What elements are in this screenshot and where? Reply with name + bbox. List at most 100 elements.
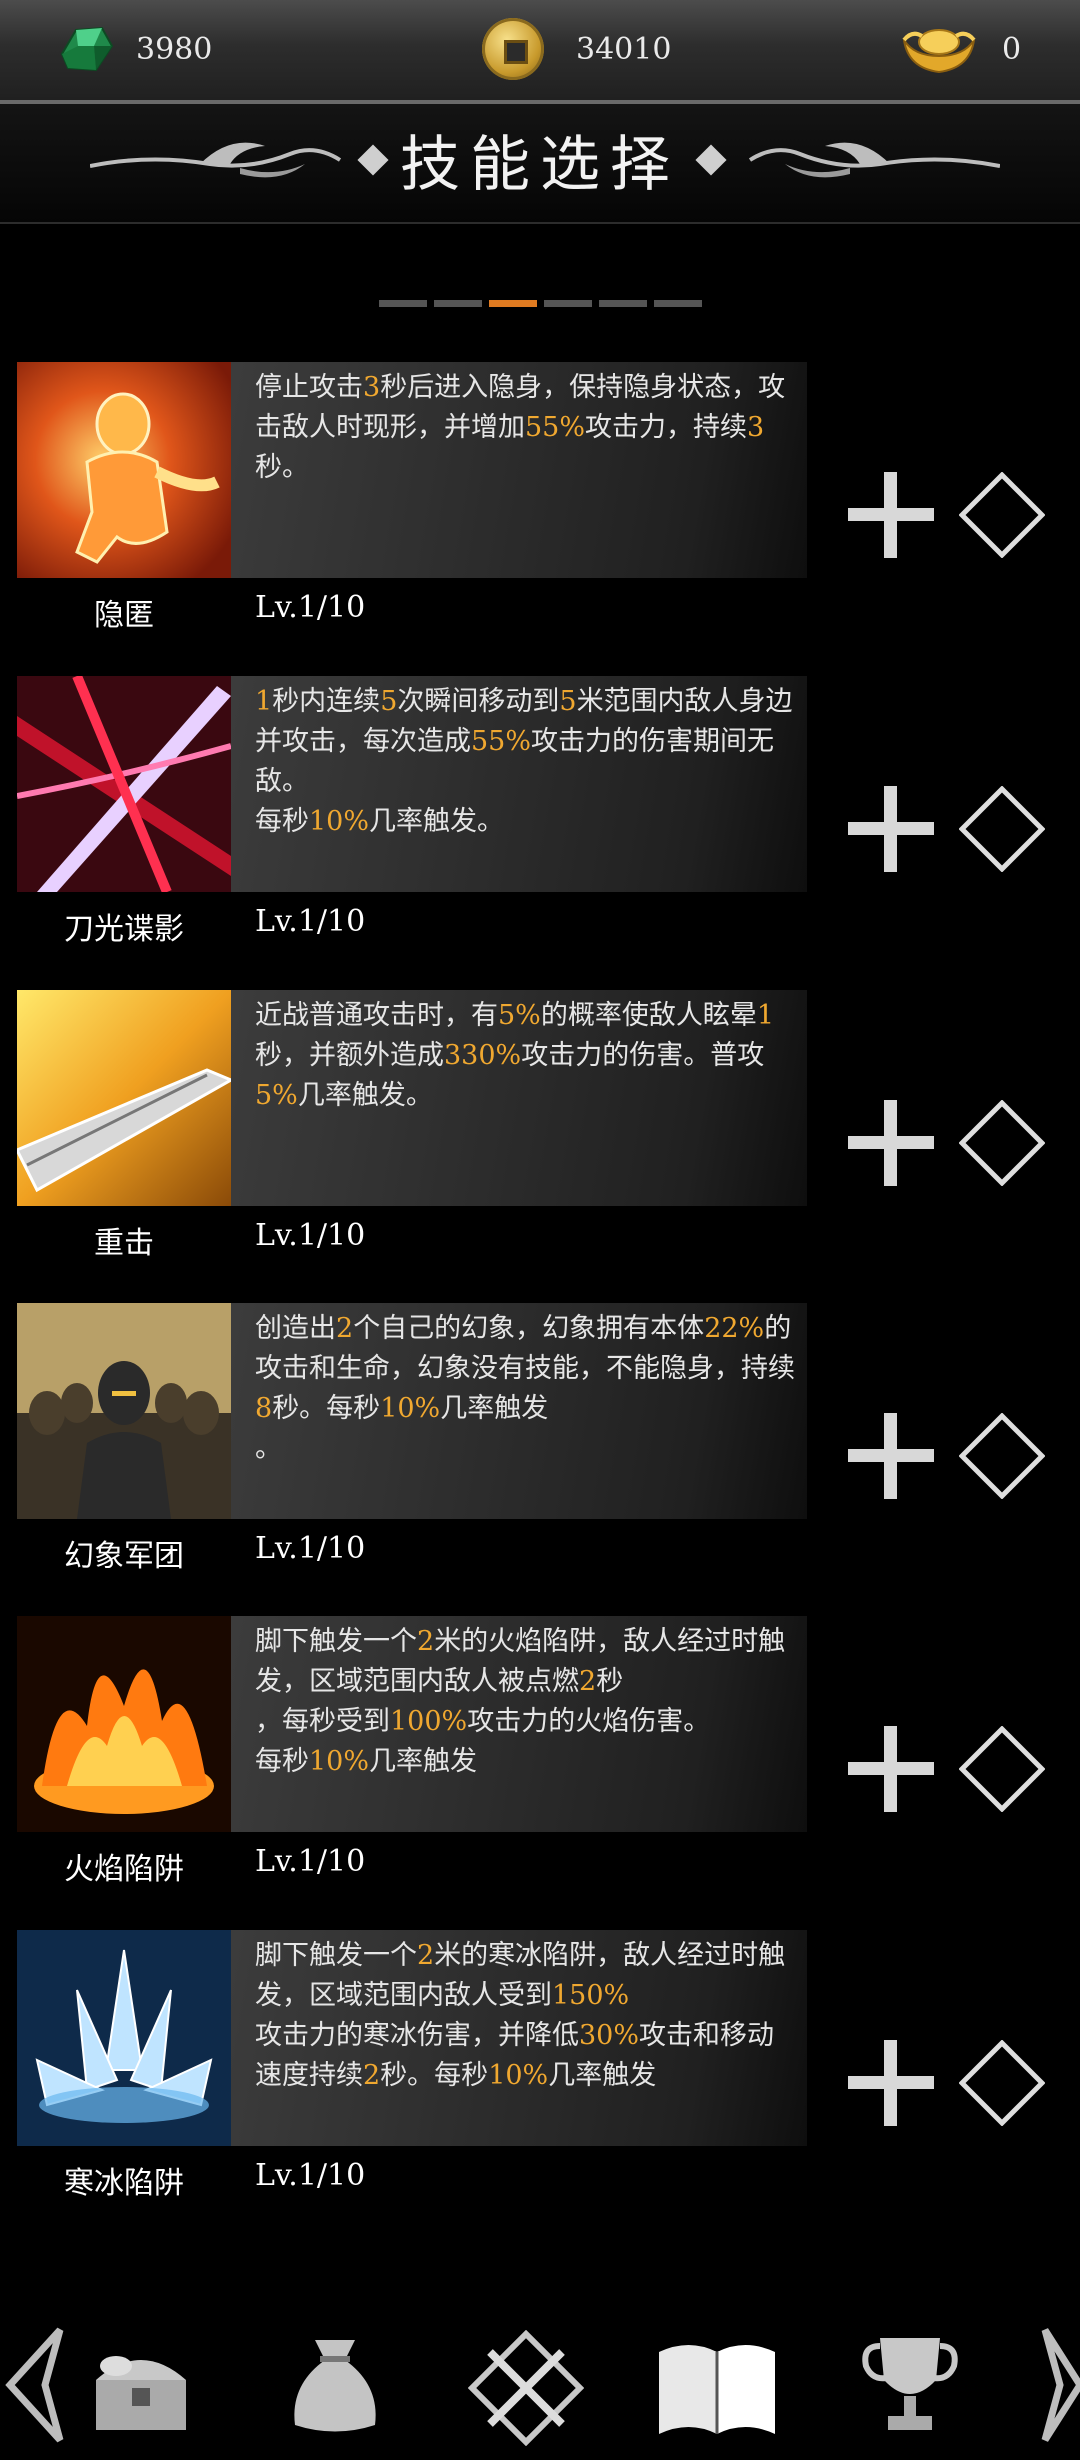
highlight-value: 10%: [309, 1746, 370, 1777]
description-text: 创造出: [255, 1313, 336, 1344]
page-dot[interactable]: [654, 300, 702, 307]
highlight-value: 5: [380, 686, 398, 717]
ingot-counter: 0: [900, 14, 1021, 84]
highlight-value: 10%: [380, 1393, 441, 1424]
skill-row: 脚下触发一个2米的火焰陷阱，敌人经过时触发，区域范围内敌人被点燃2秒 ，每秒受到…: [0, 1616, 1080, 1916]
highlight-value: 2: [336, 1313, 354, 1344]
gem-counter: 3980: [58, 14, 212, 84]
skill-level: Lv.1/10: [255, 1844, 366, 1879]
upgrade-skill-button[interactable]: [848, 2040, 934, 2126]
blade-shadow-skill-icon[interactable]: [17, 676, 231, 892]
ingot-count: 0: [1002, 31, 1022, 67]
highlight-value: 5%: [498, 1000, 541, 1031]
skill-description: 1秒内连续5次瞬间移动到5米范围内敌人身边并攻击，每次造成55%攻击力的伤害期间…: [255, 682, 795, 842]
right-ornament: [748, 142, 1000, 178]
skill-row: 创造出2个自己的幻象，幻象拥有本体22%的攻击和生命，幻象没有技能，不能隐身，持…: [0, 1303, 1080, 1603]
description-text: 次瞬间移动到: [397, 686, 560, 717]
skill-level: Lv.1/10: [255, 904, 366, 939]
description-text: 几率触发: [369, 1746, 478, 1777]
highlight-value: 10%: [309, 806, 370, 837]
right-arrow-icon[interactable]: [1040, 2325, 1080, 2445]
equip-slot-icon[interactable]: [959, 2040, 1045, 2126]
skill-name: 隐匿: [94, 598, 154, 633]
loot-bag-icon[interactable]: [285, 2330, 385, 2440]
highlight-value: 30%: [579, 2020, 640, 2051]
highlight-value: 3: [747, 412, 765, 443]
description-text: 秒。每秒: [380, 2060, 489, 2091]
highlight-value: 1: [756, 1000, 775, 1031]
skill-name: 寒冰陷阱: [64, 2166, 184, 2201]
skill-name: 重击: [94, 1226, 154, 1261]
upgrade-skill-button[interactable]: [848, 1100, 934, 1186]
description-text: 攻击力的伤害。普攻: [521, 1040, 765, 1071]
skill-row: 近战普通攻击时，有5%的概率使敌人眩晕1 秒，并额外造成330%攻击力的伤害。普攻…: [0, 990, 1080, 1290]
treasure-chest-icon[interactable]: [86, 2330, 196, 2440]
coin-count: 34010: [576, 31, 672, 67]
phantom-legion-skill-icon[interactable]: [17, 1303, 231, 1519]
page-dot[interactable]: [379, 300, 427, 307]
coin-icon: [482, 18, 544, 80]
description-text: 秒，并额外造成: [255, 1040, 444, 1071]
page-dot[interactable]: [544, 300, 592, 307]
title-banner: 技能选择: [0, 104, 1080, 224]
upgrade-skill-button[interactable]: [848, 1413, 934, 1499]
description-text: 秒。: [255, 452, 309, 483]
description-text: 脚下触发一个: [255, 1626, 417, 1657]
page-dot[interactable]: [434, 300, 482, 307]
left-arrow-icon[interactable]: [0, 2325, 70, 2445]
skill-level: Lv.1/10: [255, 1531, 366, 1566]
highlight-value: 2: [579, 1666, 597, 1697]
skill-row: 停止攻击3秒后进入隐身，保持隐身状态，攻击敌人时现形，并增加55%攻击力，持续3…: [0, 362, 1080, 662]
ice-trap-skill-icon[interactable]: [17, 1930, 231, 2146]
description-text: 几率触发: [548, 2060, 657, 2091]
skill-description: 脚下触发一个2米的火焰陷阱，敌人经过时触发，区域范围内敌人被点燃2秒 ，每秒受到…: [255, 1622, 795, 1782]
highlight-value: 10%: [488, 2060, 549, 2091]
stealth-skill-icon[interactable]: [17, 362, 231, 578]
highlight-value: 1: [255, 686, 273, 717]
skill-description: 近战普通攻击时，有5%的概率使敌人眩晕1 秒，并额外造成330%攻击力的伤害。普攻…: [255, 996, 795, 1116]
equip-slot-icon[interactable]: [959, 1100, 1045, 1186]
highlight-value: 3: [363, 372, 381, 403]
skill-description: 脚下触发一个2米的寒冰陷阱，敌人经过时触发，区域范围内敌人受到150% 攻击力的…: [255, 1936, 795, 2096]
equip-slot-icon[interactable]: [959, 1413, 1045, 1499]
gem-count: 3980: [136, 31, 213, 67]
skill-description: 停止攻击3秒后进入隐身，保持隐身状态，攻击敌人时现形，并增加55%攻击力，持续3…: [255, 368, 795, 488]
description-text: 秒内连续: [272, 686, 381, 717]
description-text: 的概率使敌人眩晕: [540, 1000, 757, 1031]
trophy-icon[interactable]: [860, 2330, 960, 2440]
highlight-value: 8: [255, 1393, 273, 1424]
description-text: 攻击力的寒冰伤害，并降低: [255, 2020, 579, 2051]
skill-row: 脚下触发一个2米的寒冰陷阱，敌人经过时触发，区域范围内敌人受到150% 攻击力的…: [0, 1930, 1080, 2230]
highlight-value: 2: [417, 1940, 435, 1971]
skill-name: 刀光谍影: [64, 912, 184, 947]
skill-book-icon[interactable]: [655, 2330, 779, 2440]
skill-name: 火焰陷阱: [64, 1852, 184, 1887]
skill-level: Lv.1/10: [255, 1218, 366, 1253]
highlight-value: 150%: [552, 1980, 630, 2011]
highlight-value: 55%: [471, 726, 532, 757]
highlight-value: 5: [559, 686, 577, 717]
gold-ingot-icon: [902, 29, 976, 74]
skill-level: Lv.1/10: [255, 2158, 366, 2193]
fire-trap-skill-icon[interactable]: [17, 1616, 231, 1832]
description-text: 脚下触发一个: [255, 1940, 417, 1971]
emerald-icon: [60, 26, 114, 72]
coin-counter: 34010: [482, 14, 671, 84]
highlight-value: 330%: [444, 1040, 522, 1071]
description-text: 停止攻击: [255, 372, 363, 403]
page-dot[interactable]: [599, 300, 647, 307]
upgrade-skill-button[interactable]: [848, 786, 934, 872]
equip-slot-icon[interactable]: [959, 472, 1045, 558]
page-dot[interactable]: [489, 300, 537, 307]
description-text: 近战普通攻击时，有: [255, 1000, 498, 1031]
heavy-strike-skill-icon[interactable]: [17, 990, 231, 1206]
upgrade-skill-button[interactable]: [848, 1726, 934, 1812]
highlight-value: 55%: [525, 412, 586, 443]
upgrade-skill-button[interactable]: [848, 472, 934, 558]
skill-description: 创造出2个自己的幻象，幻象拥有本体22%的攻击和生命，幻象没有技能，不能隐身，持…: [255, 1309, 795, 1469]
equip-slot-icon[interactable]: [959, 1726, 1045, 1812]
crossed-swords-icon[interactable]: [468, 2330, 584, 2446]
skill-row: 1秒内连续5次瞬间移动到5米范围内敌人身边并攻击，每次造成55%攻击力的伤害期间…: [0, 676, 1080, 976]
equip-slot-icon[interactable]: [959, 786, 1045, 872]
skill-level: Lv.1/10: [255, 590, 366, 625]
